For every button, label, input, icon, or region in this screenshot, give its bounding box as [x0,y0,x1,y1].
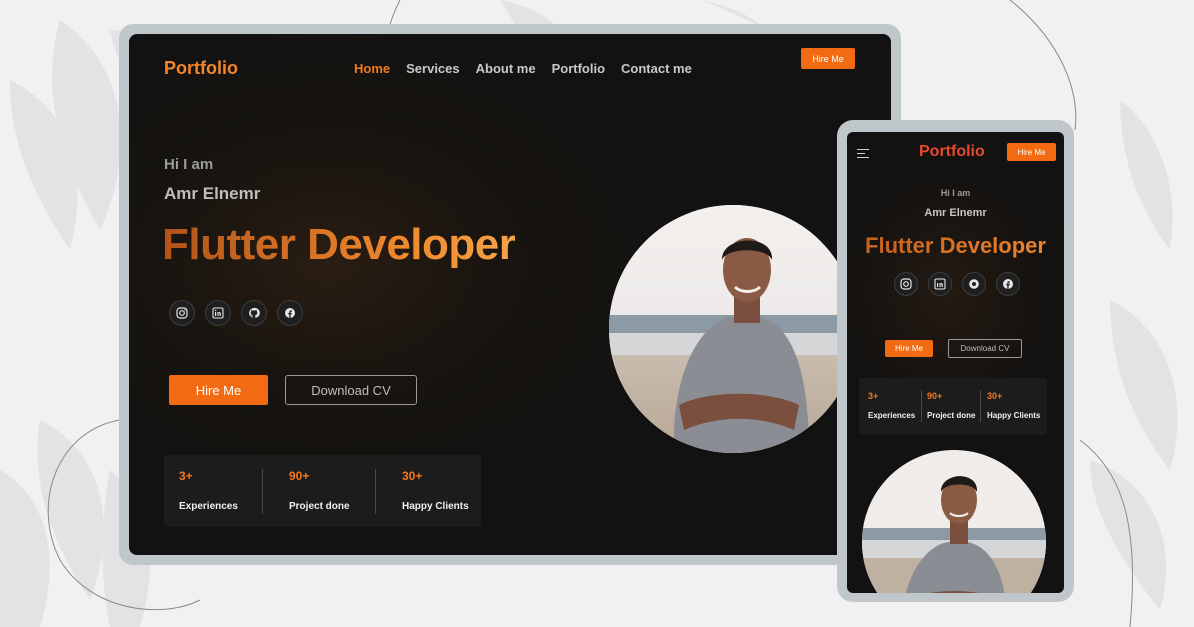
mobile-hero-greeting: Hi I am [940,188,971,198]
download-cv-button[interactable]: Download CV [285,375,417,405]
hero-title: Flutter Developer [162,220,516,269]
stat-value: 3+ [179,469,193,483]
profile-photo [609,205,857,453]
stat-label: Experiences [868,411,916,420]
nav-about[interactable]: About me [476,61,536,76]
mobile-screen: Portfolio Hire Me Hi I am Amr Elnemr Flu… [847,132,1064,593]
github-icon[interactable] [962,272,986,296]
desktop-screen: Portfolio Home Services About me Portfol… [129,34,891,555]
logo[interactable]: Portfolio [164,58,238,79]
nav-services[interactable]: Services [406,61,460,76]
mobile-mockup: Portfolio Hire Me Hi I am Amr Elnemr Flu… [837,120,1074,602]
mobile-logo[interactable]: Portfolio [919,143,985,161]
stats-card: 3+ Experiences 90+ Project done 30+ Happ… [164,455,481,527]
social-links [169,300,303,326]
stat-label: Happy Clients [402,501,469,512]
stat-label: Project done [289,501,350,512]
stat-value: 90+ [289,469,310,483]
stat-divider [375,469,376,514]
stat-divider [262,469,263,514]
main-nav: Home Services About me Portfolio Contact… [354,61,692,76]
mobile-hero-name: Amr Elnemr [924,207,987,219]
stat-label: Project done [927,411,976,420]
stat-label: Experiences [179,501,238,512]
mobile-social-links [894,272,1020,296]
nav-contact[interactable]: Contact me [621,61,692,76]
hero-greeting: Hi I am [164,156,214,173]
mobile-hire-me-button[interactable]: Hire Me [885,340,933,357]
nav-home[interactable]: Home [354,61,390,76]
mobile-stats-card: 3+ Experiences 90+ Project done 30+ Happ… [859,378,1047,435]
linkedin-icon[interactable] [205,300,231,326]
hire-me-button[interactable]: Hire Me [169,375,268,405]
stat-divider [921,390,922,422]
stat-divider [980,390,981,422]
mobile-download-cv-button[interactable]: Download CV [948,339,1022,358]
stat-value: 30+ [987,391,1003,401]
mobile-hero-title: Flutter Developer [847,233,1064,259]
mobile-profile-photo [862,450,1046,593]
github-icon[interactable] [241,300,267,326]
linkedin-icon[interactable] [928,272,952,296]
hire-me-top-button[interactable]: Hire Me [801,48,855,69]
facebook-icon[interactable] [277,300,303,326]
desktop-mockup: Portfolio Home Services About me Portfol… [119,24,901,565]
stat-value: 3+ [868,391,879,401]
hero-name: Amr Elnemr [164,184,261,203]
instagram-icon[interactable] [169,300,195,326]
instagram-icon[interactable] [894,272,918,296]
hamburger-menu-icon[interactable] [857,149,869,161]
facebook-icon[interactable] [996,272,1020,296]
stat-value: 90+ [927,391,943,401]
stat-label: Happy Clients [987,411,1041,420]
nav-portfolio[interactable]: Portfolio [552,61,605,76]
mobile-hire-me-top-button[interactable]: Hire Me [1007,143,1056,161]
stat-value: 30+ [402,469,423,483]
